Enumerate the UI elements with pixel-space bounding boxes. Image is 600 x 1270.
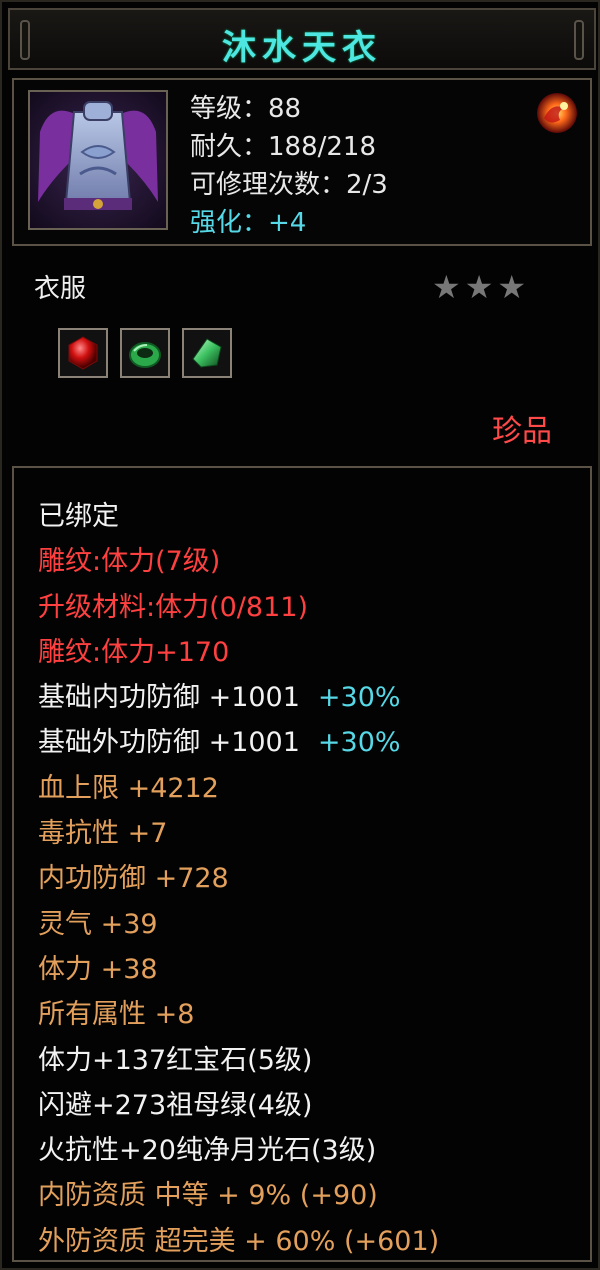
property-row: 所有属性 +8 [38, 992, 439, 1037]
ruby-gem-icon [58, 328, 108, 378]
property-text: 毒抗性 +7 [38, 818, 168, 850]
title-ornament-right [574, 20, 584, 60]
property-row: 升级材料:体力(0/811) [38, 585, 439, 630]
property-text: 基础内功防御 +1001 [38, 682, 300, 714]
property-row: 外防资质 超完美 + 60% (+601) [38, 1219, 439, 1264]
item-details: 已绑定雕纹:体力(7级) 升级材料:体力(0/811) 雕纹:体力+170 基础内功防… [12, 466, 592, 1262]
property-row: 雕纹:体力+170 [38, 630, 439, 675]
jade-ring-icon [120, 328, 170, 378]
title-bar: 沐水天衣 [8, 8, 596, 70]
property-text: 外防资质 超完美 + 60% (+601) [38, 1225, 440, 1257]
property-bonus: +30% [317, 682, 401, 714]
property-text: 雕纹:体力+170 [38, 636, 230, 668]
gem-sockets [58, 328, 232, 378]
property-text: 闪避+273祖母绿(4级) [38, 1089, 313, 1121]
star-icon: ★ [497, 268, 527, 306]
property-row: 内功防御 +728 [38, 856, 439, 901]
item-tooltip: 沐水天衣 等级：88 耐久：188/218 可修理次数：2/3 强化：+4 衣服… [0, 0, 600, 1270]
property-row: 血上限 +4212 [38, 766, 439, 811]
property-list: 已绑定雕纹:体力(7级) 升级材料:体力(0/811) 雕纹:体力+170 基础内功防… [38, 494, 439, 1264]
property-row: 灵气 +39 [38, 902, 439, 947]
property-text: 已绑定 [38, 501, 119, 532]
item-name: 沐水天衣 [222, 28, 382, 68]
property-row: 毒抗性 +7 [38, 811, 439, 856]
property-text: 升级材料:体力(0/811) [38, 591, 308, 623]
item-quality: 珍品 [492, 414, 552, 449]
property-row: 体力 +38 [38, 947, 439, 992]
star-icon: ★ [432, 268, 461, 306]
property-row: 雕纹:体力(7级) [38, 539, 439, 584]
property-text: 基础外功防御 +1001 [38, 727, 300, 759]
property-row: 闪避+273祖母绿(4级) [38, 1083, 439, 1128]
property-row: 基础外功防御 +1001 +30% [38, 720, 439, 765]
property-row: 已绑定 [38, 494, 439, 539]
property-row: 体力+137红宝石(5级) [38, 1038, 439, 1083]
enhance-label: 强化： [190, 208, 269, 238]
property-text: 内防资质 中等 + 9% (+90) [38, 1180, 378, 1212]
property-text: 血上限 +4212 [38, 772, 219, 804]
property-bonus: +30% [317, 727, 401, 759]
property-text: 内功防御 +728 [38, 863, 229, 895]
property-row: 基础内功防御 +1001 +30% [38, 675, 439, 720]
emerald-gem-icon [182, 328, 232, 378]
property-text: 体力+137红宝石(5级) [38, 1044, 313, 1076]
item-enhance: 强化：+4 [190, 204, 388, 242]
property-text: 灵气 +39 [38, 908, 158, 940]
star-rating: ★ ★ ★ [432, 268, 530, 306]
item-durability: 耐久：188/218 [190, 132, 377, 162]
property-text: 火抗性+20纯净月光石(3级) [38, 1135, 377, 1167]
fire-orb-icon [534, 90, 580, 136]
property-text: 体力 +38 [38, 953, 158, 985]
property-row: 内防资质 中等 + 9% (+90) [38, 1173, 439, 1218]
item-header: 等级：88 耐久：188/218 可修理次数：2/3 强化：+4 [12, 78, 592, 246]
property-row: 火抗性+20纯净月光石(3级) [38, 1128, 439, 1173]
item-repair-count: 可修理次数：2/3 [190, 170, 388, 200]
item-category: 衣服 [34, 274, 87, 304]
enhance-value: +4 [268, 208, 307, 238]
property-text: 所有属性 +8 [38, 999, 195, 1031]
armor-robe-icon [28, 90, 168, 230]
item-level: 等级：88 [190, 94, 302, 124]
property-text: 雕纹:体力(7级) [38, 546, 221, 578]
item-stats: 等级：88 耐久：188/218 可修理次数：2/3 强化：+4 [190, 90, 388, 242]
star-icon: ★ [464, 268, 494, 306]
